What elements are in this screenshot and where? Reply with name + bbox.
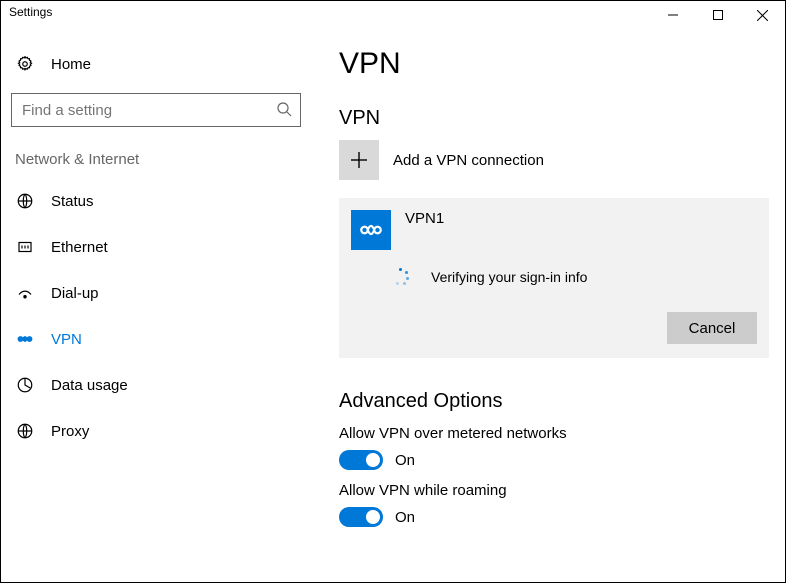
sidebar-item-label: VPN	[51, 331, 82, 348]
sidebar: Home Network & Internet Status	[1, 31, 311, 582]
window-title: Settings	[9, 1, 650, 19]
toggle-metered[interactable]	[339, 450, 383, 470]
toggle-roaming-state: On	[395, 509, 415, 526]
option-label-roaming: Allow VPN while roaming	[339, 482, 769, 499]
data-usage-icon	[15, 375, 35, 395]
toggle-row-metered: On	[339, 450, 769, 470]
sidebar-item-status[interactable]: Status	[11, 178, 301, 224]
minimize-button[interactable]	[650, 1, 695, 29]
maximize-button[interactable]	[695, 1, 740, 29]
sidebar-item-ethernet[interactable]: Ethernet	[11, 224, 301, 270]
sidebar-item-label: Ethernet	[51, 239, 108, 256]
option-label-metered: Allow VPN over metered networks	[339, 425, 769, 442]
title-bar: Settings	[1, 1, 785, 31]
sidebar-item-label: Data usage	[51, 377, 128, 394]
content-area: VPN VPN Add a VPN connection VPN1	[311, 31, 785, 582]
search-box[interactable]	[11, 93, 301, 127]
sidebar-item-label: Status	[51, 193, 94, 210]
close-button[interactable]	[740, 1, 785, 29]
vpn-name: VPN1	[405, 210, 444, 227]
spinner-icon	[391, 268, 409, 286]
sidebar-item-vpn[interactable]: VPN	[11, 316, 301, 362]
group-title-vpn: VPN	[339, 107, 769, 130]
gear-icon	[15, 54, 35, 74]
vpn-connection-card[interactable]: VPN1 Verifying your sign-in info Cancel	[339, 198, 769, 358]
main-area: Home Network & Internet Status	[1, 31, 785, 582]
vpn-actions: Cancel	[351, 312, 757, 344]
group-title-advanced: Advanced Options	[339, 390, 769, 413]
toggle-metered-state: On	[395, 452, 415, 469]
vpn-badge-icon	[351, 210, 391, 250]
sidebar-item-label: Dial-up	[51, 285, 99, 302]
sidebar-section-header: Network & Internet	[15, 151, 301, 168]
vpn-status-row: Verifying your sign-in info	[391, 268, 757, 286]
search-icon	[276, 101, 292, 120]
dialup-icon	[15, 283, 35, 303]
toggle-roaming[interactable]	[339, 507, 383, 527]
status-icon	[15, 191, 35, 211]
sidebar-item-datausage[interactable]: Data usage	[11, 362, 301, 408]
add-vpn-button[interactable]: Add a VPN connection	[339, 140, 769, 180]
plus-icon	[339, 140, 379, 180]
search-input[interactable]	[20, 101, 276, 120]
window-controls	[650, 1, 785, 29]
sidebar-home-label: Home	[51, 56, 91, 73]
sidebar-item-proxy[interactable]: Proxy	[11, 408, 301, 454]
vpn-status-text: Verifying your sign-in info	[431, 269, 587, 285]
proxy-icon	[15, 421, 35, 441]
vpn-icon	[15, 329, 35, 349]
vpn-card-header: VPN1	[351, 210, 757, 250]
sidebar-home[interactable]: Home	[11, 41, 301, 87]
ethernet-icon	[15, 237, 35, 257]
add-vpn-label: Add a VPN connection	[393, 152, 544, 169]
cancel-button[interactable]: Cancel	[667, 312, 757, 344]
toggle-row-roaming: On	[339, 507, 769, 527]
page-title: VPN	[339, 47, 769, 81]
sidebar-item-label: Proxy	[51, 423, 89, 440]
sidebar-item-dialup[interactable]: Dial-up	[11, 270, 301, 316]
